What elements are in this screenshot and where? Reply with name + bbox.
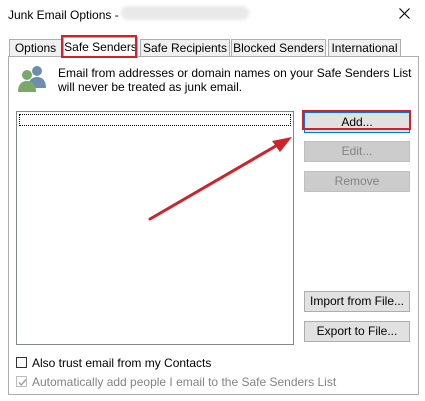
tab-safe-recipients[interactable]: Safe Recipients [140,39,230,56]
import-from-file-button[interactable]: Import from File... [304,291,410,312]
list-focus-row[interactable] [19,114,291,126]
export-to-file-button[interactable]: Export to File... [304,321,410,342]
tab-international[interactable]: International [328,39,401,56]
people-icon [18,66,46,92]
close-icon [399,8,410,19]
auto-add-label: Automatically add people I email to the … [32,375,337,389]
tab-options[interactable]: Options [9,39,62,56]
trust-contacts-checkbox[interactable] [16,357,27,368]
checkmark-icon [18,379,27,387]
edit-button: Edit... [304,141,410,162]
safe-senders-description: Email from addresses or domain names on … [58,66,412,94]
title-bar: Junk Email Options - [0,0,425,30]
remove-button: Remove [304,171,410,192]
safe-senders-list[interactable] [16,111,294,345]
window-title: Junk Email Options - [8,8,119,22]
close-button[interactable] [393,2,417,26]
tab-blocked-senders[interactable]: Blocked Senders [231,39,326,56]
tab-safe-senders[interactable]: Safe Senders [63,37,138,58]
add-button[interactable]: Add... [304,112,410,133]
redacted-account [121,6,249,20]
auto-add-checkbox [16,376,27,387]
trust-contacts-label[interactable]: Also trust email from my Contacts [32,356,211,370]
